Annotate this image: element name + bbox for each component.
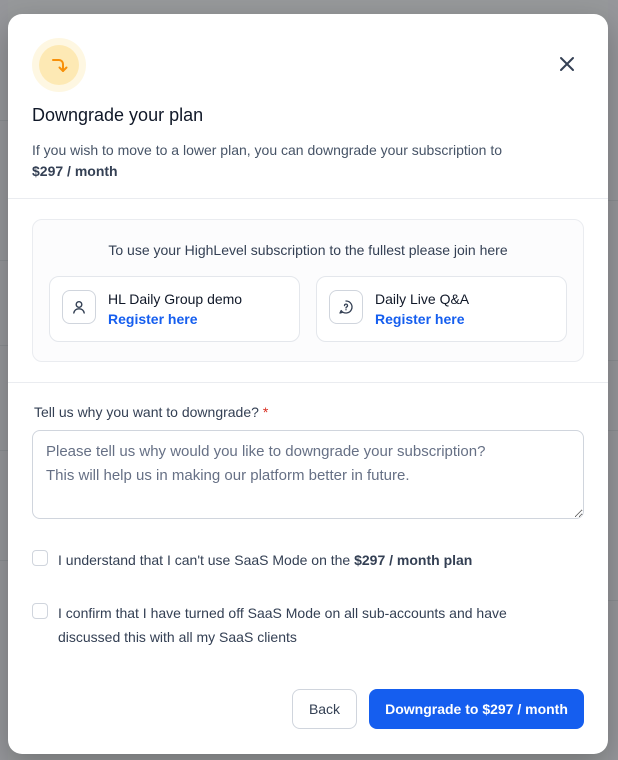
downgrade-confirm-button[interactable]: Downgrade to $297 / month xyxy=(369,689,584,729)
reason-label: Tell us why you want to downgrade? * xyxy=(34,404,268,420)
back-button[interactable]: Back xyxy=(292,689,357,729)
resource-card-live-qa: Daily Live Q&A Register here xyxy=(316,276,567,342)
saas-mode-acknowledge-text: I understand that I can't use SaaS Mode … xyxy=(58,548,558,572)
user-glyph xyxy=(73,301,85,314)
resource-name: HL Daily Group demo xyxy=(108,291,243,307)
reason-label-text: Tell us why you want to downgrade? xyxy=(34,404,259,420)
resources-panel: To use your HighLevel subscription to th… xyxy=(32,219,584,362)
resources-heading: To use your HighLevel subscription to th… xyxy=(108,242,508,258)
resource-name: Daily Live Q&A xyxy=(375,291,470,307)
subtitle-text: If you wish to move to a lower plan, you… xyxy=(32,142,503,158)
divider xyxy=(8,198,608,199)
register-link-group-demo[interactable]: Register here xyxy=(108,311,197,327)
downgrade-icon-badge xyxy=(32,38,86,92)
close-button[interactable] xyxy=(550,47,584,81)
subtitle-price: $297 / month xyxy=(32,163,118,179)
saas-mode-confirm-row: I confirm that I have turned off SaaS Mo… xyxy=(32,601,558,649)
reason-textarea[interactable] xyxy=(32,430,584,519)
saas-mode-acknowledge-checkbox[interactable] xyxy=(32,550,48,566)
checkbox-text-bold: $297 / month plan xyxy=(354,552,473,568)
question-chat-icon xyxy=(329,290,363,324)
arrow-corner-down-right-icon xyxy=(52,59,68,72)
modal-title: Downgrade your plan xyxy=(32,105,204,125)
divider xyxy=(8,382,608,383)
checkbox-text: I understand that I can't use SaaS Mode … xyxy=(58,552,355,568)
saas-mode-acknowledge-row: I understand that I can't use SaaS Mode … xyxy=(32,548,558,572)
close-icon xyxy=(560,57,574,71)
saas-mode-confirm-checkbox[interactable] xyxy=(32,603,48,619)
downgrade-icon-inner xyxy=(39,45,79,85)
modal-subtitle: If you wish to move to a lower plan, you… xyxy=(32,140,572,182)
register-link-live-qa[interactable]: Register here xyxy=(375,311,464,327)
user-icon xyxy=(62,290,96,324)
downgrade-plan-modal: Downgrade your plan If you wish to move … xyxy=(8,14,608,754)
saas-mode-confirm-text: I confirm that I have turned off SaaS Mo… xyxy=(58,605,507,645)
required-marker: * xyxy=(262,404,269,420)
question-chat-glyph xyxy=(339,300,353,314)
resource-card-group-demo: HL Daily Group demo Register here xyxy=(49,276,300,342)
